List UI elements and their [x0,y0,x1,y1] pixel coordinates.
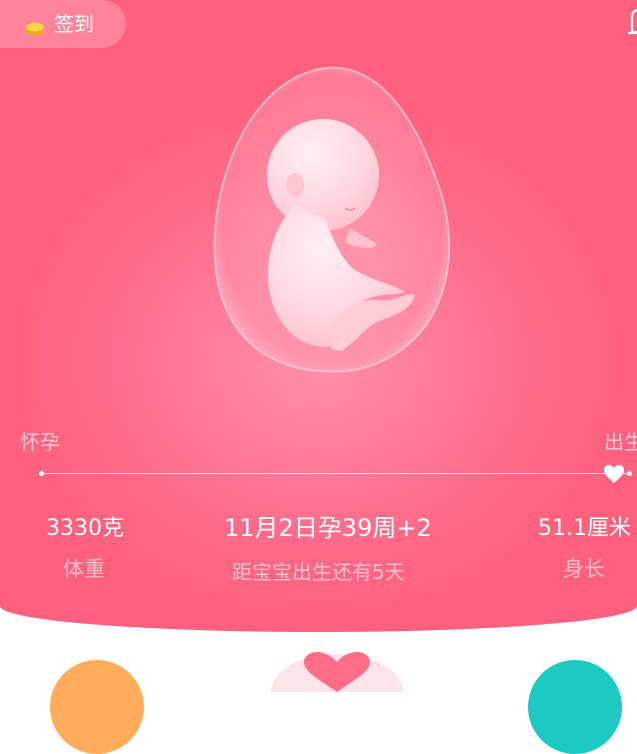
checkin-button[interactable]: 签到 [0,0,126,48]
pregnancy-date-week: 11月2日孕39周+2 [224,514,432,542]
teal-feature-button[interactable] [528,660,622,754]
pregnancy-progress-track [40,473,632,474]
bell-icon[interactable] [624,4,637,38]
weight-value: 3330克 [46,516,124,541]
checkin-label: 签到 [54,12,94,36]
progress-end-dot [627,471,632,476]
heart-icon[interactable] [603,464,625,484]
orange-feature-button[interactable] [50,660,144,754]
birth-countdown: 距宝宝出生还有5天 [232,560,405,584]
coin-icon [26,22,44,36]
length-value: 51.1厘米 [538,516,631,541]
fetus-hero-panel: 签到 怀孕 出生 3330克 体重 11月2日孕39周+2 距宝宝出生还有5天 … [0,0,637,632]
fetus-illustration [213,66,451,373]
length-label: 身长 [563,557,605,581]
heart-icon[interactable] [270,652,404,692]
weight-label: 体重 [63,557,105,581]
progress-start-dot [39,471,44,476]
progress-start-label: 怀孕 [20,430,60,454]
progress-end-label: 出生 [604,430,637,454]
